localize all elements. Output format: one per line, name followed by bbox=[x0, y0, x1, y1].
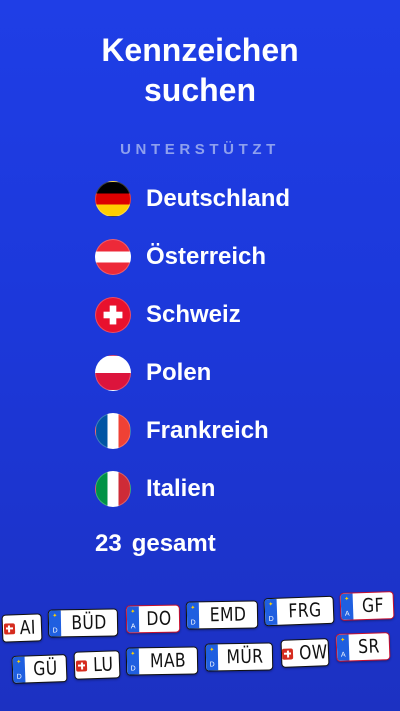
plate-code: MÜR bbox=[226, 645, 264, 669]
title-line-1: Kennzeichen bbox=[101, 32, 299, 68]
plate-ai: AI bbox=[1, 613, 43, 643]
plate-sr: ✦ A SR bbox=[335, 632, 391, 662]
plate-code: EMD bbox=[209, 603, 247, 627]
plate-code: BÜD bbox=[71, 611, 107, 635]
plate-gf: ✦ A GF bbox=[339, 591, 395, 621]
eu-band-icon: ✦ D bbox=[126, 648, 140, 675]
total-count: 23 gesamt bbox=[95, 530, 216, 558]
swiss-cross-icon bbox=[281, 640, 294, 666]
eu-band-icon: ✦ A bbox=[126, 606, 140, 633]
swiss-cross-icon bbox=[75, 652, 89, 678]
plate-bud: ✦ D BÜD bbox=[47, 608, 119, 638]
plate-ow: OW bbox=[280, 638, 330, 668]
total-number: 23 bbox=[95, 530, 122, 557]
eu-band-icon: ✦ A bbox=[336, 634, 350, 661]
eu-band-icon: ✦ D bbox=[264, 598, 278, 626]
country-item-italy: Italien bbox=[95, 471, 215, 507]
eu-band-icon: ✦ D bbox=[186, 602, 200, 629]
germany-flag-icon bbox=[95, 181, 131, 217]
country-name: Frankreich bbox=[146, 417, 269, 444]
poland-flag-icon bbox=[95, 355, 131, 391]
country-name: Italien bbox=[146, 475, 216, 502]
plate-code: DO bbox=[146, 607, 172, 631]
supported-label: UNTERSTÜTZT bbox=[120, 141, 280, 158]
swiss-cross-icon bbox=[3, 615, 16, 641]
eu-band-icon: ✦ D bbox=[12, 656, 26, 683]
eu-band-icon: ✦ D bbox=[205, 644, 219, 671]
title-line-2: suchen bbox=[143, 72, 257, 108]
eu-band-icon: ✦ D bbox=[48, 610, 62, 637]
total-label: gesamt bbox=[131, 530, 216, 557]
plate-code: AI bbox=[19, 616, 37, 640]
plate-gu: ✦ D GÜ bbox=[11, 654, 68, 684]
country-name: Schweiz bbox=[146, 301, 241, 328]
plate-lu: LU bbox=[73, 650, 121, 680]
country-name: Österreich bbox=[146, 243, 267, 270]
plate-code: GÜ bbox=[32, 657, 59, 681]
plate-code: LU bbox=[93, 653, 115, 677]
italy-flag-icon bbox=[95, 471, 131, 507]
plate-mur: ✦ D MÜR bbox=[204, 642, 274, 672]
plate-code: GF bbox=[361, 594, 385, 618]
country-item-austria: Österreich bbox=[95, 239, 266, 275]
country-name: Polen bbox=[146, 359, 212, 386]
plate-code: SR bbox=[357, 635, 381, 659]
switzerland-flag-icon bbox=[95, 297, 131, 333]
france-flag-icon bbox=[95, 413, 131, 449]
plate-code: FRG bbox=[288, 599, 322, 623]
austria-flag-icon bbox=[95, 239, 131, 275]
plate-emd: ✦ D EMD bbox=[185, 600, 259, 630]
country-item-france: Frankreich bbox=[95, 413, 269, 449]
country-item-germany: Deutschland bbox=[95, 181, 290, 217]
country-item-poland: Polen bbox=[95, 355, 211, 391]
plate-do: ✦ A DO bbox=[125, 604, 181, 634]
plate-frg: ✦ D FRG bbox=[263, 595, 335, 627]
plate-mab: ✦ D MAB bbox=[125, 646, 199, 676]
plate-code: MAB bbox=[149, 649, 187, 673]
plate-code: OW bbox=[298, 641, 328, 665]
eu-band-icon: ✦ A bbox=[340, 593, 354, 620]
page-title: Kennzeichen suchen bbox=[0, 30, 400, 110]
country-item-switzerland: Schweiz bbox=[95, 297, 241, 333]
country-name: Deutschland bbox=[146, 185, 291, 212]
